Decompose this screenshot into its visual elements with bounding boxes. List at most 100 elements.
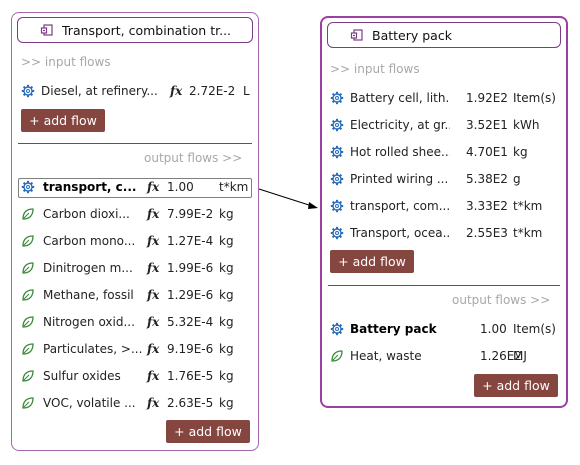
input-flow-row[interactable]: transport, com... 3.33E2 t*km	[322, 196, 566, 218]
flow-amount[interactable]: 3.33E2	[466, 199, 508, 213]
leaf-icon	[21, 207, 35, 221]
flow-amount[interactable]: 1.00	[167, 180, 194, 194]
output-flow-row[interactable]: Methane, fossil fx 1.29E-6 kg	[12, 285, 258, 307]
add-input-flow-button[interactable]: + add flow	[330, 250, 414, 273]
flow-name[interactable]: Diesel, at refinery...	[41, 84, 157, 98]
flow-amount[interactable]: 5.32E-4	[167, 315, 213, 329]
flow-unit: g	[513, 172, 521, 186]
input-flow-row[interactable]: Diesel, at refinery... fx 2.72E-2 L	[12, 81, 258, 103]
flow-unit: kg	[219, 315, 234, 329]
flow-unit: kg	[219, 207, 234, 221]
output-flow-row[interactable]: VOC, volatile ... fx 2.63E-5 kg	[12, 393, 258, 415]
flow-amount[interactable]: 3.52E1	[466, 118, 508, 132]
gear-icon	[330, 172, 344, 186]
gear-icon	[21, 180, 35, 194]
add-input-flow-button[interactable]: + add flow	[21, 109, 105, 132]
output-flow-row[interactable]: Particulates, >... fx 9.19E-6 kg	[12, 339, 258, 361]
formula-icon: fx	[147, 315, 160, 329]
leaf-icon	[21, 315, 35, 329]
input-flows-header[interactable]: >> input flows	[330, 62, 420, 76]
output-flow-row[interactable]: Sulfur oxides fx 1.76E-5 kg	[12, 366, 258, 388]
flow-amount[interactable]: 2.72E-2	[189, 84, 235, 98]
output-flows-header[interactable]: output flows >>	[452, 293, 550, 307]
node-title-bar[interactable]: Transport, combination tr...	[17, 17, 253, 43]
flow-name[interactable]: Transport, ocea...	[350, 226, 450, 240]
gear-icon	[330, 91, 344, 105]
node-title-bar[interactable]: Battery pack	[327, 22, 561, 48]
flow-amount[interactable]: 1.00	[480, 322, 507, 336]
flow-unit: kg	[219, 261, 234, 275]
flow-amount[interactable]: 1.92E2	[466, 91, 508, 105]
flow-name[interactable]: VOC, volatile ...	[43, 396, 151, 410]
flow-unit: kg	[219, 369, 234, 383]
flow-amount[interactable]: 2.63E-5	[167, 396, 213, 410]
flow-unit: kg	[219, 234, 234, 248]
output-flows-header[interactable]: output flows >>	[144, 151, 242, 165]
flow-unit: t*km	[219, 180, 249, 194]
gear-icon	[330, 145, 344, 159]
add-output-flow-button[interactable]: + add flow	[166, 420, 250, 443]
output-flow-row[interactable]: Battery pack 1.00 Item(s)	[322, 319, 566, 341]
output-flow-row[interactable]: Dinitrogen m... fx 1.99E-6 kg	[12, 258, 258, 280]
flow-name[interactable]: Hot rolled shee...	[350, 145, 450, 159]
flow-name[interactable]: Battery cell, lith...	[350, 91, 450, 105]
leaf-icon	[21, 369, 35, 383]
input-flow-row[interactable]: Printed wiring ... 5.38E2 g	[322, 169, 566, 191]
output-flow-row[interactable]: Carbon dioxi... fx 7.99E-2 kg	[12, 204, 258, 226]
flow-unit: kg	[513, 145, 528, 159]
output-flow-row[interactable]: transport, c... fx 1.00 t*km	[12, 177, 258, 199]
flow-amount[interactable]: 1.27E-4	[167, 234, 213, 248]
flow-name[interactable]: Nitrogen oxid...	[43, 315, 151, 329]
flow-amount[interactable]: 1.76E-5	[167, 369, 213, 383]
gear-icon	[330, 322, 344, 336]
flow-name[interactable]: Carbon dioxi...	[43, 207, 151, 221]
process-node-battery-pack[interactable]: Battery pack >> input flows Battery cell…	[320, 16, 568, 408]
formula-icon: fx	[147, 288, 160, 302]
flow-name[interactable]: transport, com...	[350, 199, 450, 213]
add-output-flow-button[interactable]: + add flow	[474, 374, 558, 397]
gear-icon	[330, 199, 344, 213]
input-flow-row[interactable]: Battery cell, lith... 1.92E2 Item(s)	[322, 88, 566, 110]
input-flow-row[interactable]: Hot rolled shee... 4.70E1 kg	[322, 142, 566, 164]
input-flow-row[interactable]: Transport, ocea... 2.55E3 t*km	[322, 223, 566, 245]
formula-icon: fx	[147, 342, 160, 356]
process-node-transport[interactable]: Transport, combination tr... >> input fl…	[11, 12, 259, 451]
formula-icon: fx	[170, 84, 183, 98]
flow-name[interactable]: Heat, waste	[350, 349, 450, 363]
flow-name[interactable]: Methane, fossil	[43, 288, 151, 302]
output-flow-row[interactable]: Heat, waste 1.26E2 MJ	[322, 346, 566, 368]
flow-unit: Item(s)	[513, 91, 556, 105]
formula-icon: fx	[147, 234, 160, 248]
flow-name[interactable]: Battery pack	[350, 322, 450, 336]
flow-name[interactable]: Dinitrogen m...	[43, 261, 151, 275]
flow-name[interactable]: Particulates, >...	[43, 342, 151, 356]
flow-amount[interactable]: 2.55E3	[466, 226, 508, 240]
flow-name[interactable]: Carbon mono...	[43, 234, 151, 248]
flow-amount[interactable]: 4.70E1	[466, 145, 508, 159]
leaf-icon	[21, 342, 35, 356]
flow-amount[interactable]: 1.99E-6	[167, 261, 213, 275]
formula-icon: fx	[147, 369, 160, 383]
flow-amount[interactable]: 9.19E-6	[167, 342, 213, 356]
flow-unit: MJ	[513, 349, 527, 363]
flow-unit: t*km	[513, 199, 543, 213]
flow-name[interactable]: Sulfur oxides	[43, 369, 151, 383]
gear-icon	[330, 226, 344, 240]
flow-name[interactable]: Printed wiring ...	[350, 172, 450, 186]
flow-amount[interactable]: 5.38E2	[466, 172, 508, 186]
input-flow-row[interactable]: Electricity, at gr... 3.52E1 kWh	[322, 115, 566, 137]
leaf-icon	[21, 234, 35, 248]
output-flow-row[interactable]: Carbon mono... fx 1.27E-4 kg	[12, 231, 258, 253]
flow-amount[interactable]: 1.29E-6	[167, 288, 213, 302]
flow-name[interactable]: Electricity, at gr...	[350, 118, 450, 132]
flow-name[interactable]: transport, c...	[43, 180, 151, 194]
process-icon	[350, 29, 363, 41]
formula-icon: fx	[147, 180, 160, 194]
flow-unit: kg	[219, 342, 234, 356]
leaf-icon	[21, 288, 35, 302]
flow-unit: L	[243, 84, 250, 98]
flow-amount[interactable]: 7.99E-2	[167, 207, 213, 221]
output-flow-row[interactable]: Nitrogen oxid... fx 5.32E-4 kg	[12, 312, 258, 334]
input-flows-header[interactable]: >> input flows	[21, 55, 111, 69]
formula-icon: fx	[147, 207, 160, 221]
